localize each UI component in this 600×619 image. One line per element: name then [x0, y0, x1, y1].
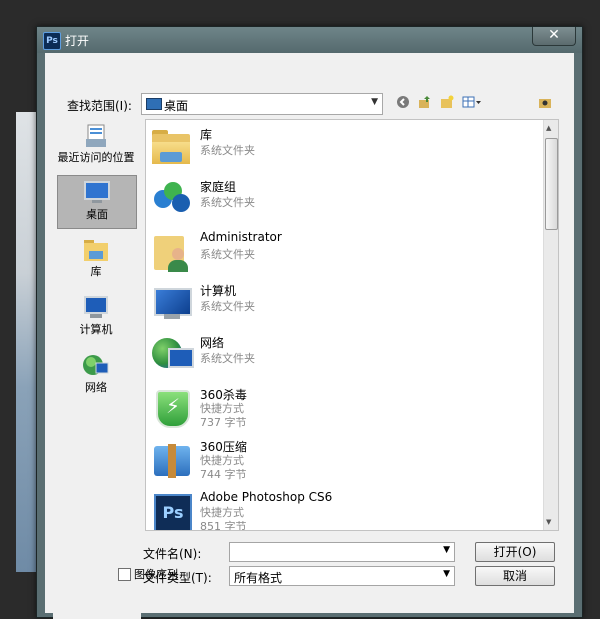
chevron-down-icon: ▼: [371, 97, 378, 107]
scroll-down-icon[interactable]: ▼: [546, 518, 551, 526]
computer-icon: [150, 282, 192, 324]
place-network[interactable]: 网络: [57, 353, 135, 395]
view-menu-icon[interactable]: [461, 95, 483, 111]
lookin-dropdown[interactable]: 桌面 ▼: [141, 93, 383, 115]
item-size: 744 字节: [200, 468, 247, 481]
place-computer[interactable]: 计算机: [57, 295, 135, 337]
filename-input[interactable]: ▼: [229, 542, 455, 562]
title-bar[interactable]: Ps 打开 ✕: [37, 27, 582, 53]
antivirus-shield-icon: ⚡: [150, 386, 192, 428]
desktop-icon: [83, 180, 111, 206]
item-type: 系统文件夹: [200, 196, 255, 209]
list-item[interactable]: Ps Adobe Photoshop CS6 快捷方式 851 字节: [150, 484, 530, 531]
item-name: 家庭组: [200, 180, 237, 194]
scroll-up-icon[interactable]: ▲: [546, 124, 551, 132]
dialog-client: 查找范围(I): 桌面 ▼ 最近访问的位置 桌面 库 计算机 网络 库 系统文件…: [45, 53, 574, 619]
photoshop-app-icon: Ps: [43, 32, 61, 50]
lookin-value: 桌面: [164, 99, 189, 113]
item-name: Adobe Photoshop CS6: [200, 490, 333, 504]
place-label: 最近访问的位置: [57, 151, 135, 164]
up-folder-icon[interactable]: [417, 95, 433, 111]
vertical-scrollbar[interactable]: ▲ ▼: [543, 120, 558, 530]
network-icon: [150, 334, 194, 376]
open-dialog: Ps 打开 ✕ 查找范围(I): 桌面 ▼ 最近访问的位置 桌面 库 计算机 网…: [36, 26, 583, 619]
new-folder-icon[interactable]: [439, 95, 455, 111]
list-item[interactable]: 计算机 系统文件夹: [150, 276, 530, 326]
item-type: 系统文件夹: [200, 144, 255, 157]
list-item[interactable]: 网络 系统文件夹: [150, 328, 530, 378]
place-recent[interactable]: 最近访问的位置: [57, 123, 135, 165]
archive-icon: [150, 438, 192, 480]
item-type: 系统文件夹: [200, 248, 255, 261]
chevron-down-icon[interactable]: ▼: [443, 545, 450, 555]
list-item[interactable]: Administrator 系统文件夹: [150, 224, 530, 274]
list-item[interactable]: 库 系统文件夹: [150, 120, 530, 170]
user-folder-icon: [150, 230, 192, 272]
camera-folder-icon[interactable]: [537, 95, 553, 111]
homegroup-icon: [150, 178, 192, 220]
place-label: 计算机: [79, 323, 113, 336]
item-size: 737 字节: [200, 416, 247, 429]
item-name: 网络: [200, 336, 225, 350]
list-item[interactable]: ⚡ 360杀毒 快捷方式 737 字节: [150, 380, 530, 430]
place-desktop[interactable]: 桌面: [57, 175, 137, 229]
back-icon[interactable]: [395, 95, 411, 111]
place-label: 桌面: [86, 208, 108, 221]
computer-icon: [82, 295, 110, 321]
network-icon: [82, 353, 110, 379]
library-folder-icon: [150, 126, 192, 168]
item-type: 系统文件夹: [200, 300, 255, 313]
places-bar: 最近访问的位置 桌面 库 计算机 网络: [53, 119, 141, 619]
desktop-mini-icon: [146, 98, 162, 110]
window-title: 打开: [65, 34, 90, 48]
filetype-dropdown[interactable]: 所有格式 ▼: [229, 566, 455, 586]
library-icon: [82, 237, 110, 263]
item-size: 851 字节: [200, 520, 247, 531]
filetype-value: 所有格式: [234, 571, 283, 585]
filename-label: 文件名(N):: [143, 547, 202, 561]
lookin-label: 查找范围(I):: [67, 99, 132, 113]
photoshop-icon: Ps: [150, 490, 192, 530]
open-button[interactable]: 打开(O): [475, 542, 555, 562]
list-item[interactable]: 360压缩 快捷方式 744 字节: [150, 432, 530, 482]
chevron-down-icon: ▼: [443, 569, 450, 579]
file-list[interactable]: 库 系统文件夹 家庭组 系统文件夹 Administrator 系统文件夹 计算…: [145, 119, 559, 531]
image-sequence-checkbox[interactable]: [118, 568, 131, 581]
scroll-thumb[interactable]: [545, 138, 558, 230]
cancel-button[interactable]: 取消: [475, 566, 555, 586]
recent-places-icon: [82, 123, 110, 149]
place-library[interactable]: 库: [57, 237, 135, 279]
close-button[interactable]: ✕: [532, 27, 576, 46]
item-name: 计算机: [200, 284, 237, 298]
place-label: 网络: [85, 381, 107, 394]
item-name: 库: [200, 128, 213, 142]
image-sequence-label: 图像序列: [134, 568, 178, 581]
list-item[interactable]: 家庭组 系统文件夹: [150, 172, 530, 222]
item-type: 系统文件夹: [200, 352, 255, 365]
item-name: Administrator: [200, 230, 282, 244]
place-label: 库: [90, 265, 102, 278]
